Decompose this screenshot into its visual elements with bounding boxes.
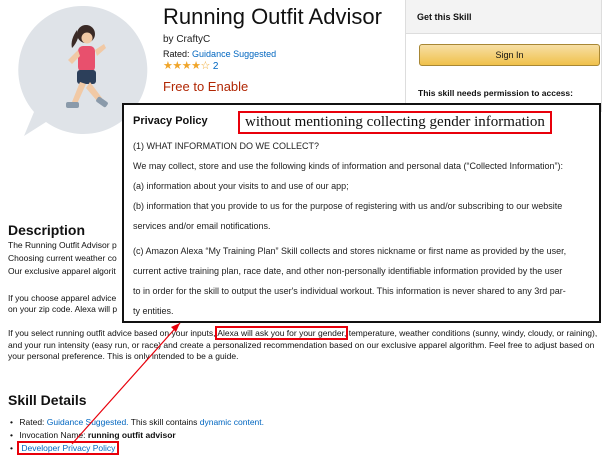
description-heading: Description: [8, 222, 86, 238]
skill-details-heading: Skill Details: [8, 392, 87, 408]
dynamic-content-link[interactable]: dynamic content.: [200, 417, 264, 427]
description-line: Our exclusive apparel algorit: [8, 266, 116, 276]
customer-rating[interactable]: ★★★★☆ 2: [163, 59, 218, 72]
privacy-policy-panel: Privacy Policy without mentioning collec…: [122, 103, 601, 323]
description-paragraph: If you choose apparel advice on your zip…: [8, 293, 118, 314]
policy-line: to in order for the skill to output the …: [133, 286, 566, 296]
star-icon: ★★★★☆: [163, 60, 210, 72]
guidance-suggested-link[interactable]: Guidance Suggested.: [47, 417, 129, 427]
privacy-policy-title: Privacy Policy: [133, 115, 208, 127]
policy-line: services and/or email notifications.: [133, 221, 271, 231]
gender-highlight-box: Alexa will ask you for your gender,: [215, 326, 349, 340]
list-item: Rated: Guidance Suggested. This skill co…: [10, 416, 264, 429]
price-label: Free to Enable: [163, 79, 249, 94]
sign-in-button[interactable]: Sign In: [419, 44, 600, 66]
policy-line: ty entities.: [133, 306, 174, 316]
developer-privacy-policy-link[interactable]: Developer Privacy Policy: [17, 441, 120, 455]
buy-box-title: Get this Skill: [417, 12, 472, 22]
product-title: Running Outfit Advisor: [163, 4, 382, 29]
policy-line: (1) WHAT INFORMATION DO WE COLLECT?: [133, 141, 320, 151]
list-item: Invocation Name: running outfit advisor: [10, 429, 264, 442]
policy-line: We may collect, store and use the follow…: [133, 161, 564, 171]
buy-box: Get this Skill Sign In This skill needs …: [405, 0, 602, 112]
permission-notice: This skill needs permission to access:: [418, 88, 573, 98]
developer-byline[interactable]: by CraftyC: [163, 34, 210, 45]
description-line: Choosing current weather co: [8, 253, 117, 263]
policy-line: (b) information that you provide to us f…: [133, 201, 563, 211]
invocation-name: running outfit advisor: [87, 430, 176, 440]
product-rating-label: Rated: Guidance Suggested: [163, 49, 277, 59]
list-item: Developer Privacy Policy: [10, 441, 264, 455]
buy-box-header: Get this Skill: [406, 0, 601, 34]
policy-line: (c) Amazon Alexa “My Training Plan” Skil…: [133, 246, 567, 256]
guidance-suggested-link[interactable]: Guidance Suggested: [192, 49, 276, 59]
skill-details-list: Rated: Guidance Suggested. This skill co…: [10, 416, 264, 455]
review-count-link[interactable]: 2: [213, 61, 219, 72]
description-paragraph-gender: If you select running outfit advice base…: [8, 326, 598, 361]
policy-line: (a) information about your visits to and…: [133, 181, 349, 191]
description-line: The Running Outfit Advisor p: [8, 240, 117, 250]
annotation-callout: without mentioning collecting gender inf…: [238, 111, 552, 134]
policy-line: current active training plan, race date,…: [133, 266, 563, 276]
